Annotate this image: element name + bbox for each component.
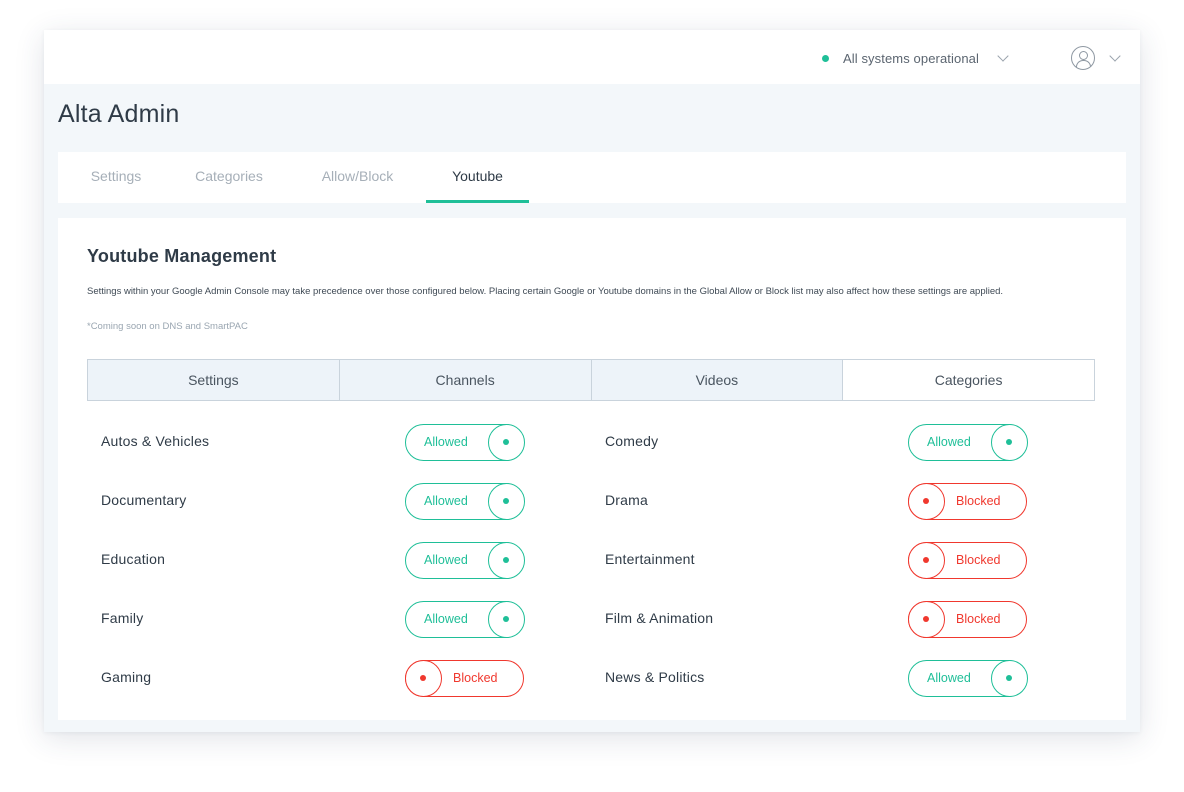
toggle-knob bbox=[487, 600, 525, 638]
toggle-drama[interactable]: Blocked bbox=[907, 482, 1027, 520]
toggle-state-label: Allowed bbox=[927, 671, 971, 685]
status-dot-icon bbox=[822, 54, 829, 62]
tab-categories[interactable]: Categories bbox=[190, 152, 268, 203]
toggle-dot-icon bbox=[502, 497, 509, 504]
toggle-knob bbox=[990, 659, 1028, 697]
toggle-entertainment[interactable]: Blocked bbox=[907, 541, 1027, 579]
toggle-dot-icon bbox=[1005, 674, 1012, 681]
system-status-dropdown[interactable]: All systems operational bbox=[822, 48, 1009, 68]
chevron-down-icon bbox=[997, 50, 1009, 62]
toggle-gaming[interactable]: Blocked bbox=[404, 659, 524, 697]
category-label-news-politics: News & Politics bbox=[605, 669, 705, 685]
category-label-family: Family bbox=[101, 610, 144, 626]
subtab-categories[interactable]: Categories bbox=[843, 360, 1094, 400]
toggle-dot-icon bbox=[1005, 438, 1012, 445]
top-bar: All systems operational bbox=[44, 30, 1140, 84]
toggle-dot-icon bbox=[922, 497, 929, 504]
user-circle-icon bbox=[1071, 46, 1095, 70]
toggle-state-label: Allowed bbox=[424, 435, 468, 449]
toggle-knob bbox=[404, 659, 442, 697]
youtube-management-card: Youtube Management Settings within your … bbox=[58, 218, 1126, 720]
category-label-entertainment: Entertainment bbox=[605, 551, 695, 567]
toggle-dot-icon bbox=[502, 615, 509, 622]
section-title: Youtube Management bbox=[87, 246, 277, 266]
toggle-state-label: Allowed bbox=[927, 435, 971, 449]
toggle-state-label: Allowed bbox=[424, 494, 468, 508]
category-label-drama: Drama bbox=[605, 492, 649, 508]
chevron-down-icon bbox=[1109, 50, 1121, 62]
category-label-film-animation: Film & Animation bbox=[605, 610, 714, 626]
category-label-comedy: Comedy bbox=[605, 433, 659, 449]
subtab-channels[interactable]: Channels bbox=[339, 360, 592, 400]
section-note: *Coming soon on DNS and SmartPAC bbox=[87, 321, 248, 332]
toggle-knob bbox=[907, 600, 945, 638]
toggle-knob bbox=[487, 423, 525, 461]
toggle-dot-icon bbox=[419, 674, 426, 681]
toggle-comedy[interactable]: Allowed bbox=[908, 423, 1028, 461]
toggle-family[interactable]: Allowed bbox=[405, 600, 525, 638]
toggle-knob bbox=[990, 423, 1028, 461]
tab-youtube[interactable]: Youtube bbox=[426, 152, 529, 203]
toggle-documentary[interactable]: Allowed bbox=[405, 482, 525, 520]
toggle-dot-icon bbox=[922, 615, 929, 622]
toggle-dot-icon bbox=[502, 556, 509, 563]
main-tabs: Settings Categories Allow/Block Youtube bbox=[58, 152, 1126, 203]
toggle-dot-icon bbox=[502, 438, 509, 445]
toggle-state-label: Blocked bbox=[956, 612, 1001, 626]
subtab-settings[interactable]: Settings bbox=[88, 360, 340, 400]
toggle-state-label: Allowed bbox=[424, 612, 468, 626]
toggle-knob bbox=[487, 541, 525, 579]
toggle-news-politics[interactable]: Allowed bbox=[908, 659, 1028, 697]
toggle-autos-vehicles[interactable]: Allowed bbox=[405, 423, 525, 461]
user-menu[interactable] bbox=[1071, 46, 1121, 70]
toggle-state-label: Blocked bbox=[956, 553, 1001, 567]
toggle-state-label: Allowed bbox=[424, 553, 468, 567]
category-label-documentary: Documentary bbox=[101, 492, 187, 508]
toggle-knob bbox=[907, 482, 945, 520]
tab-allow-block[interactable]: Allow/Block bbox=[314, 152, 401, 203]
category-label-autos-vehicles: Autos & Vehicles bbox=[101, 433, 210, 449]
toggle-state-label: Blocked bbox=[956, 494, 1001, 508]
page-title: Alta Admin bbox=[58, 100, 180, 128]
toggle-state-label: Blocked bbox=[453, 671, 498, 685]
youtube-subtabs: Settings Channels Videos Categories bbox=[87, 359, 1095, 401]
subtab-videos[interactable]: Videos bbox=[591, 360, 844, 400]
toggle-education[interactable]: Allowed bbox=[405, 541, 525, 579]
category-label-gaming: Gaming bbox=[101, 669, 152, 685]
system-status-text: All systems operational bbox=[843, 50, 979, 66]
app-window: All systems operational Alta Admin Setti… bbox=[44, 30, 1140, 732]
section-description: Settings within your Google Admin Consol… bbox=[87, 286, 1004, 297]
category-label-education: Education bbox=[101, 551, 166, 567]
toggle-knob bbox=[487, 482, 525, 520]
toggle-film-animation[interactable]: Blocked bbox=[907, 600, 1027, 638]
toggle-knob bbox=[907, 541, 945, 579]
toggle-dot-icon bbox=[922, 556, 929, 563]
tab-settings[interactable]: Settings bbox=[87, 152, 145, 203]
